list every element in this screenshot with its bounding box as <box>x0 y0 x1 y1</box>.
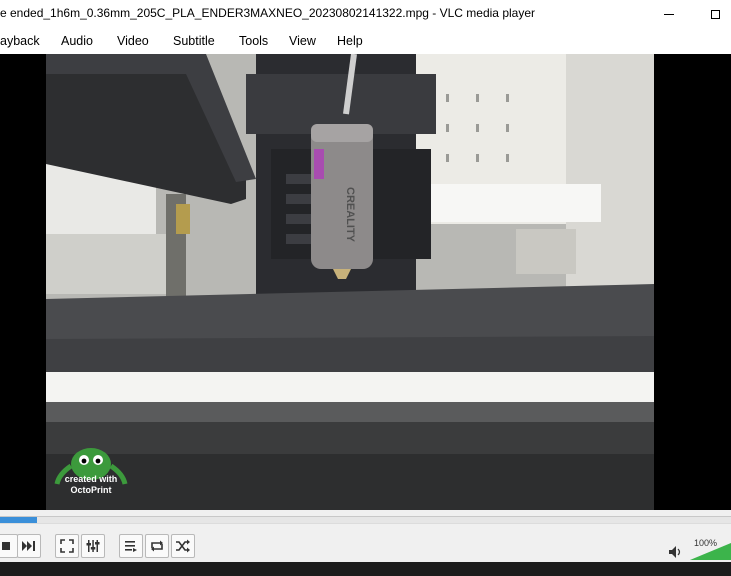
watermark-line1: created with <box>65 474 118 484</box>
stop-icon <box>2 542 10 550</box>
window-title: e ended_1h6m_0.36mm_205C_PLA_ENDER3MAXNE… <box>0 6 535 20</box>
fullscreen-button[interactable] <box>55 534 79 558</box>
seek-bar[interactable] <box>0 516 731 524</box>
menu-tools[interactable]: Tools <box>239 34 268 48</box>
extended-settings-button[interactable] <box>81 534 105 558</box>
seek-area <box>0 510 731 530</box>
speaker-icon[interactable] <box>668 545 684 559</box>
status-strip <box>0 562 731 576</box>
watermark-line2: OctoPrint <box>70 485 111 495</box>
playlist-button[interactable] <box>119 534 143 558</box>
shuffle-button[interactable] <box>171 534 195 558</box>
video-frame[interactable]: created with OctoPrint CREALITY <box>46 54 654 510</box>
seek-progress <box>0 517 37 523</box>
extended-settings-icon <box>86 540 100 552</box>
next-icon <box>22 541 35 551</box>
menu-view[interactable]: View <box>289 34 316 48</box>
title-bar: e ended_1h6m_0.36mm_205C_PLA_ENDER3MAXNE… <box>0 0 731 28</box>
minimize-icon <box>664 13 674 15</box>
loop-icon <box>151 540 163 552</box>
controls-bar <box>0 530 731 562</box>
menu-subtitle[interactable]: Subtitle <box>173 34 215 48</box>
maximize-icon <box>710 9 720 19</box>
stop-button[interactable] <box>0 534 18 558</box>
menu-help[interactable]: Help <box>337 34 363 48</box>
loop-button[interactable] <box>145 534 169 558</box>
fullscreen-icon <box>60 539 74 553</box>
volume-label: 100% <box>694 538 718 548</box>
menu-playback[interactable]: ayback <box>0 34 40 48</box>
playlist-icon <box>125 541 137 552</box>
nozzle-brand-text: CREALITY <box>344 187 356 243</box>
next-button[interactable] <box>17 534 41 558</box>
maximize-button[interactable] <box>692 0 731 28</box>
menu-audio[interactable]: Audio <box>61 34 93 48</box>
video-area[interactable]: created with OctoPrint CREALITY <box>0 54 731 510</box>
shuffle-icon <box>176 539 190 553</box>
menu-video[interactable]: Video <box>117 34 149 48</box>
video-image: created with OctoPrint CREALITY <box>46 54 654 510</box>
minimize-button[interactable] <box>646 0 692 28</box>
menu-bar: ayback Audio Video Subtitle Tools View H… <box>0 28 731 54</box>
